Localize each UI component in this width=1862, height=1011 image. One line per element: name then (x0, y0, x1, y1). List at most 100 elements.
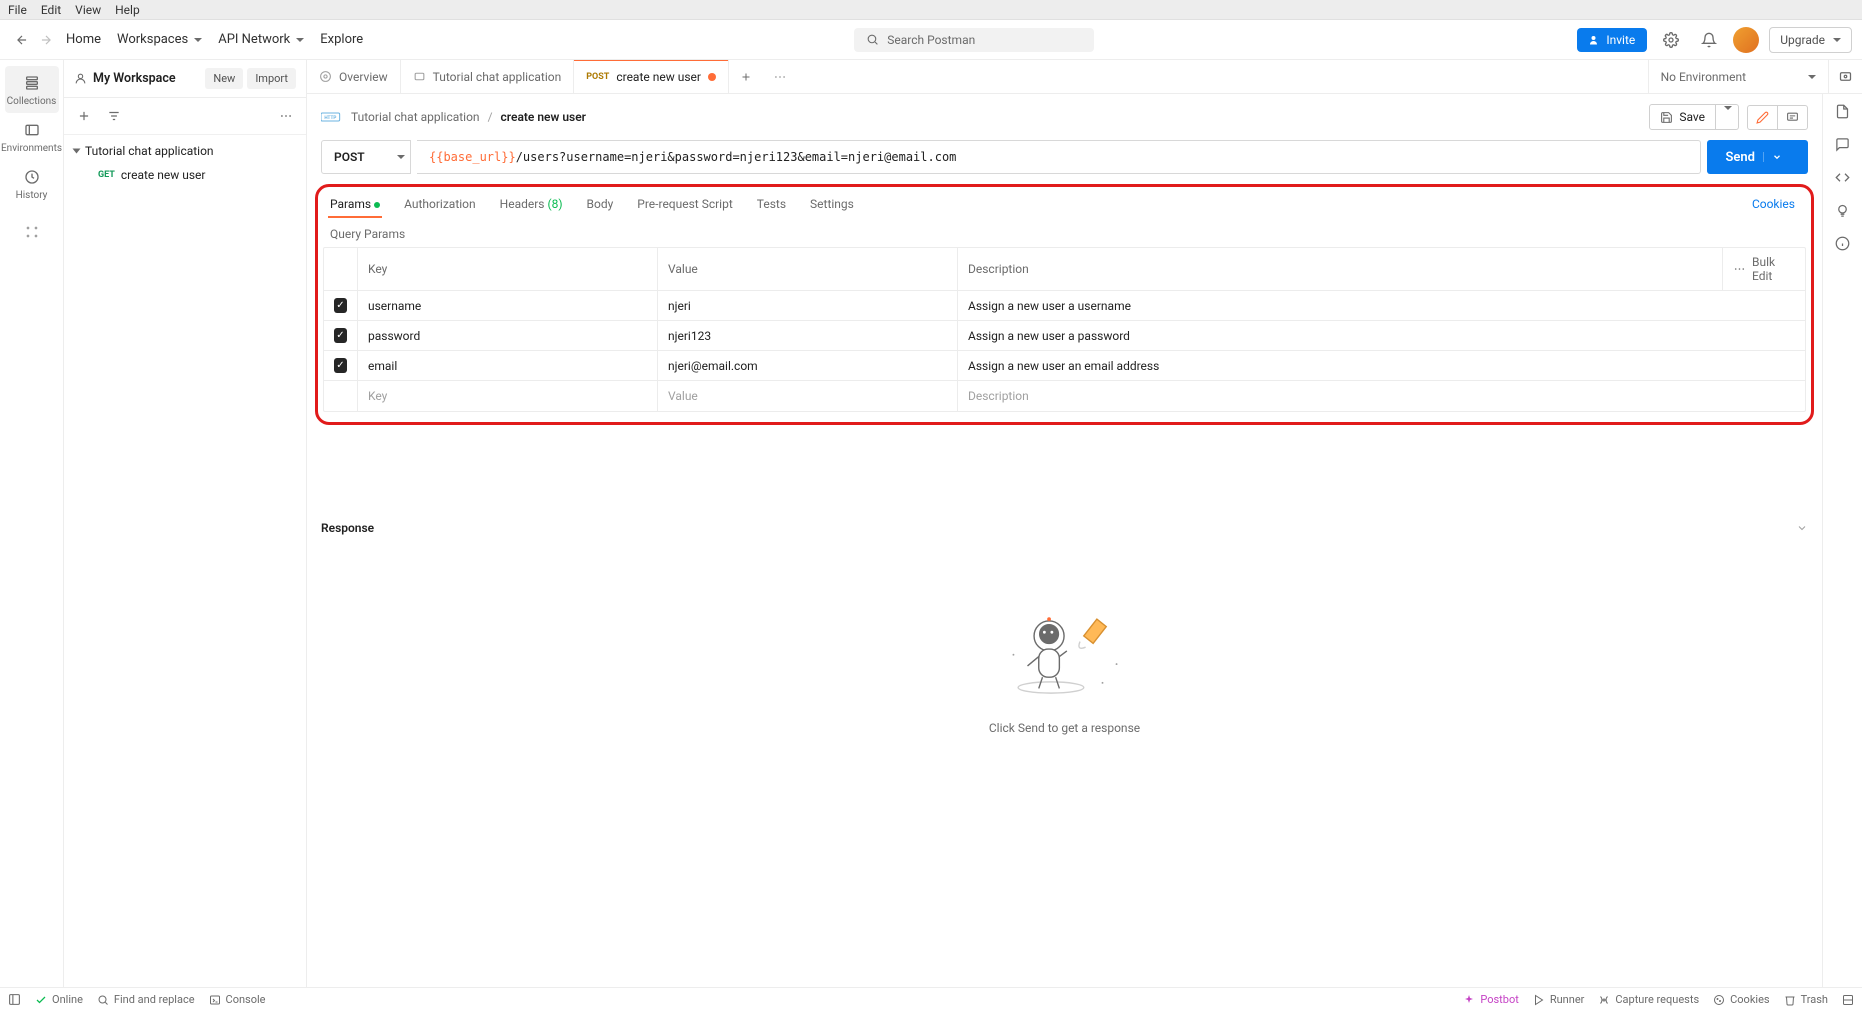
param-key-input[interactable]: password (358, 321, 658, 350)
bulk-edit-link[interactable]: Bulk Edit (1752, 255, 1795, 283)
param-key-input[interactable]: username (358, 291, 658, 320)
rightrail-comments[interactable] (1835, 137, 1850, 152)
avatar[interactable] (1733, 27, 1759, 53)
right-rail (1822, 94, 1862, 987)
param-description-input[interactable]: Assign a new user a password (958, 321, 1805, 350)
url-input[interactable]: {{base_url}}/users?username=njeri&passwo… (417, 140, 1701, 174)
pencil-icon (1756, 111, 1769, 124)
rightrail-code[interactable] (1835, 170, 1850, 185)
req-tab-tests[interactable]: Tests (755, 191, 788, 217)
param-description-input[interactable]: Assign a new user an email address (958, 351, 1805, 380)
import-button[interactable]: Import (247, 68, 296, 89)
footer-console[interactable]: Console (209, 993, 266, 1006)
req-tab-prerequest[interactable]: Pre-request Script (635, 191, 734, 217)
search-icon (97, 994, 109, 1006)
param-value-input[interactable]: njeri (658, 291, 958, 320)
search-input[interactable]: Search Postman (854, 28, 1094, 52)
param-description-input[interactable]: Assign a new user a username (958, 291, 1805, 320)
rail-collections[interactable]: Collections (5, 66, 59, 113)
tree-collection[interactable]: Tutorial chat application (64, 139, 306, 163)
filter-input[interactable] (132, 104, 268, 128)
footer-find[interactable]: Find and replace (97, 993, 195, 1006)
nav-workspaces-label: Workspaces (117, 32, 188, 47)
footer-capture[interactable]: Capture requests (1598, 993, 1699, 1006)
send-button[interactable]: Send (1707, 140, 1808, 174)
workspace-name[interactable]: My Workspace (74, 71, 201, 86)
environment-select[interactable]: No Environment (1649, 60, 1828, 93)
request-tabs: Params Authorization Headers (8) Body Pr… (318, 187, 1811, 217)
nav-api-network[interactable]: API Network (210, 28, 312, 51)
nav-workspaces[interactable]: Workspaces (109, 28, 210, 51)
menu-view[interactable]: View (75, 3, 101, 17)
new-tab-button[interactable] (729, 60, 763, 93)
sidebar-more-button[interactable] (274, 104, 298, 128)
param-value-input[interactable]: njeri123 (658, 321, 958, 350)
footer-cookies[interactable]: Cookies (1713, 993, 1769, 1006)
param-description-input[interactable]: Description (958, 381, 1805, 411)
cookies-link[interactable]: Cookies (1752, 197, 1801, 211)
req-tab-body[interactable]: Body (585, 191, 616, 217)
menu-file[interactable]: File (8, 3, 27, 17)
menu-edit[interactable]: Edit (41, 3, 61, 17)
param-value-input[interactable]: njeri@email.com (658, 351, 958, 380)
req-tab-auth[interactable]: Authorization (402, 191, 478, 217)
row-checkbox[interactable]: ✓ (334, 328, 347, 343)
req-tab-headers[interactable]: Headers (8) (498, 191, 565, 217)
filter-button[interactable] (102, 104, 126, 128)
rail-history-label: History (16, 190, 48, 201)
notifications-button[interactable] (1695, 26, 1723, 54)
settings-button[interactable] (1657, 26, 1685, 54)
save-button[interactable]: Save (1649, 104, 1716, 130)
param-value-input[interactable]: Value (658, 381, 958, 411)
footer-postbot[interactable]: Postbot (1463, 993, 1518, 1006)
footer-panel-toggle[interactable] (8, 993, 21, 1006)
footer-online[interactable]: Online (35, 993, 83, 1006)
rail-environments[interactable]: Environments (5, 113, 59, 160)
method-select[interactable]: POST (321, 140, 411, 174)
tab-request[interactable]: POST create new user (574, 60, 729, 93)
invite-button[interactable]: Invite (1577, 28, 1647, 52)
save-dropdown[interactable] (1716, 104, 1739, 130)
rightrail-related[interactable] (1835, 203, 1850, 218)
row-checkbox[interactable]: ✓ (334, 298, 347, 313)
response-collapse-button[interactable] (1796, 522, 1808, 534)
share-button[interactable] (1748, 106, 1778, 129)
chevron-down-icon (1772, 152, 1782, 162)
send-label: Send (1725, 150, 1755, 165)
param-key-input[interactable]: email (358, 351, 658, 380)
nav-home[interactable]: Home (58, 28, 109, 51)
footer: Online Find and replace Console Postbot … (0, 987, 1862, 1011)
breadcrumb-collection[interactable]: Tutorial chat application (351, 110, 480, 124)
footer-runner[interactable]: Runner (1533, 993, 1585, 1006)
footer-trash[interactable]: Trash (1784, 993, 1828, 1006)
param-key-input[interactable]: Key (358, 381, 658, 411)
tab-collection[interactable]: Tutorial chat application (401, 60, 575, 93)
nav-explore[interactable]: Explore (312, 28, 371, 51)
tree-request-label: create new user (121, 168, 206, 182)
add-button[interactable] (72, 104, 96, 128)
row-checkbox[interactable]: ✓ (334, 358, 347, 373)
tab-overview[interactable]: Overview (307, 60, 401, 93)
footer-layout[interactable] (1842, 994, 1854, 1006)
req-tab-params[interactable]: Params (328, 191, 382, 217)
comment-button[interactable] (1778, 106, 1807, 129)
footer-online-label: Online (52, 993, 83, 1006)
forward-button[interactable] (34, 28, 58, 52)
more-horizontal-icon[interactable] (1733, 262, 1746, 276)
panel-icon (8, 993, 21, 1006)
tabs-more-button[interactable] (763, 60, 797, 93)
menu-help[interactable]: Help (115, 3, 140, 17)
tree-request[interactable]: GET create new user (64, 163, 306, 187)
rightrail-info[interactable] (1835, 236, 1850, 251)
header-key: Key (358, 248, 658, 290)
rightrail-docs[interactable] (1835, 104, 1850, 119)
rail-history[interactable]: History (5, 160, 59, 207)
new-button[interactable]: New (205, 68, 243, 89)
send-dropdown[interactable] (1763, 152, 1790, 162)
upgrade-button[interactable]: Upgrade (1769, 27, 1852, 53)
req-tab-settings[interactable]: Settings (808, 191, 856, 217)
environment-quicklook[interactable] (1828, 60, 1862, 93)
back-button[interactable] (10, 28, 34, 52)
rail-configure[interactable] (5, 215, 59, 247)
footer-capture-label: Capture requests (1615, 993, 1699, 1006)
